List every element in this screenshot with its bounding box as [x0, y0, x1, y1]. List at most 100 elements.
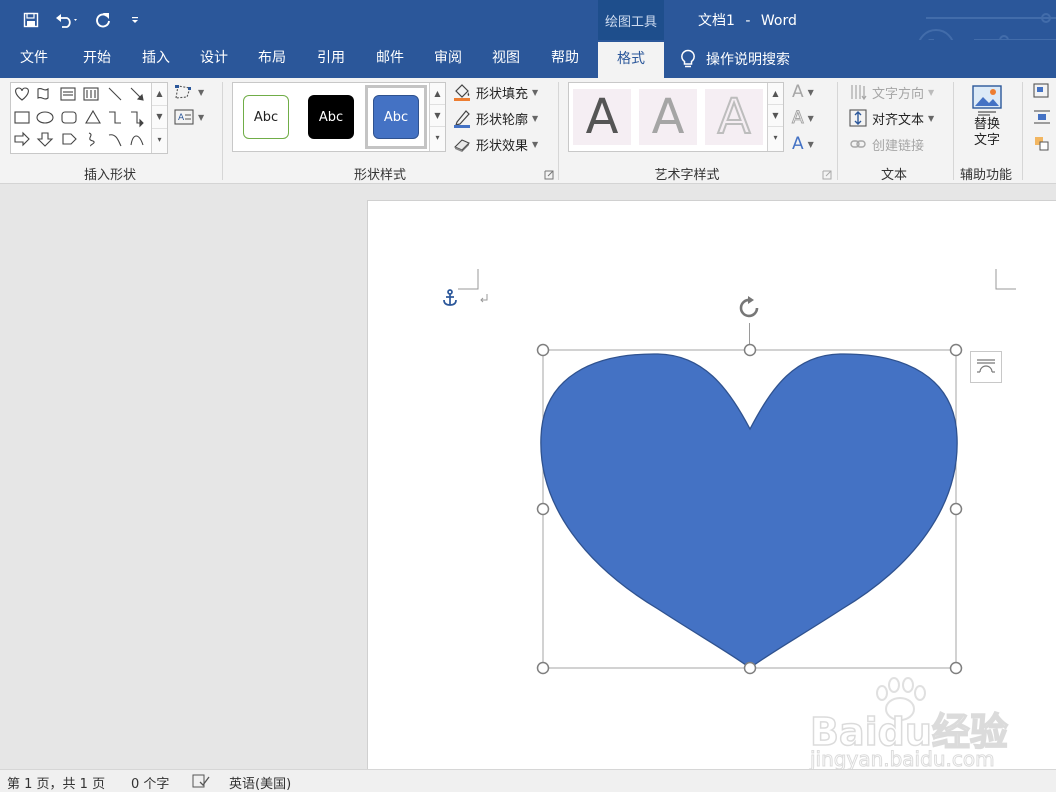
resize-handle-bottom-right[interactable] [949, 661, 963, 675]
shape-style-gallery[interactable]: Abc Abc Abc ▲ ▼ ▾ [232, 82, 446, 152]
wordart-style-gallery[interactable]: A A A ▲ ▼ ▾ [568, 82, 784, 152]
chevron-down-icon: ▼ [807, 87, 814, 97]
ribbon-tabs: 文件 开始 插入 设计 布局 引用 邮件 审阅 视图 帮助 格式 操作说明搜索 [0, 40, 1056, 78]
tab-mailings[interactable]: 邮件 [376, 40, 404, 78]
create-link-label: 创建链接 [872, 138, 925, 154]
status-page-count[interactable]: 第 1 页，共 1 页 [7, 773, 105, 792]
layout-options-button[interactable] [970, 351, 1002, 383]
style-preset-dark[interactable]: Abc [308, 95, 354, 139]
text-box-button[interactable]: A ▼ [173, 108, 204, 126]
tab-help[interactable]: 帮助 [551, 40, 579, 78]
document-page[interactable]: Baidu经验 jingyan.baidu.com [367, 200, 1056, 780]
shape-effects-button[interactable]: 形状效果 ▼ [452, 134, 538, 154]
create-link-button[interactable]: 创建链接 [848, 134, 924, 154]
wordart-preset-2[interactable]: A [639, 89, 697, 145]
position-icon[interactable] [1032, 82, 1052, 100]
tab-review[interactable]: 审阅 [434, 40, 462, 78]
undo-icon [56, 14, 77, 28]
status-bar: 第 1 页，共 1 页 0 个字 英语(美国) [0, 769, 1056, 792]
heart-shape-selection[interactable] [528, 337, 968, 677]
edit-shape-button[interactable]: ▼ [173, 82, 204, 102]
ribbon: ▲ ▼ ▾ ▼ A ▼ 插入形状 Abc Abc Abc ▲ ▼ ▾ 形状填充 … [0, 78, 1056, 184]
undo-button[interactable] [52, 9, 82, 31]
dialog-launcher-icon[interactable] [822, 170, 832, 180]
app-name: Word [760, 13, 797, 29]
bring-forward-icon[interactable] [1032, 134, 1052, 152]
anchor-icon[interactable] [442, 289, 458, 307]
group-label-insert-shapes: 插入形状 [83, 168, 136, 183]
tab-references[interactable]: 引用 [317, 40, 345, 78]
group-label-shape-styles: 形状样式 [353, 168, 406, 183]
scroll-up-icon[interactable]: ▲ [430, 83, 445, 105]
scroll-up-icon[interactable]: ▲ [152, 83, 167, 106]
tab-format[interactable]: 格式 [598, 42, 664, 78]
text-fill-button[interactable]: A ▼ [792, 82, 814, 102]
chevron-down-icon: ▼ [928, 87, 935, 97]
tab-file[interactable]: 文件 [20, 40, 48, 78]
more-shapes-icon[interactable]: ▾ [152, 129, 167, 152]
customize-qat-button[interactable] [124, 9, 146, 31]
customize-icon [132, 17, 138, 23]
text-effects-icon: A [792, 134, 804, 154]
tab-layout[interactable]: 布局 [258, 40, 286, 78]
align-text-label: 对齐文本 [872, 112, 925, 128]
title-bar: 绘图工具 文档1 - Word [0, 0, 1056, 67]
shapes-gallery-scroll[interactable]: ▲ ▼ ▾ [151, 83, 167, 153]
style-preset-blue[interactable]: Abc [373, 95, 419, 139]
status-language[interactable]: 英语(美国) [229, 773, 291, 792]
paragraph-mark-icon [480, 294, 488, 303]
page-corner-mark-right [995, 269, 1016, 290]
shape-fill-label: 形状填充 [476, 86, 529, 102]
dialog-launcher-icon[interactable] [544, 170, 554, 180]
layout-options-icon [977, 359, 995, 373]
chevron-down-icon: ▼ [198, 87, 205, 97]
scroll-down-icon[interactable]: ▼ [430, 105, 445, 127]
group-separator [558, 82, 559, 180]
save-button[interactable] [20, 9, 42, 31]
shape-fill-button[interactable]: 形状填充 ▼ [452, 82, 538, 102]
resize-handle-left[interactable] [536, 502, 550, 516]
redo-icon [96, 13, 110, 28]
heart-shape[interactable] [540, 353, 958, 669]
chevron-down-icon: ▼ [928, 113, 935, 123]
shape-style-scroll[interactable]: ▲ ▼ ▾ [429, 83, 445, 151]
chevron-down-icon: ▼ [532, 87, 539, 97]
text-outline-icon: A [792, 108, 805, 129]
align-text-button[interactable]: 对齐文本 ▼ [848, 108, 934, 128]
text-direction-button[interactable]: 文字方向 ▼ [848, 82, 934, 102]
tab-view[interactable]: 视图 [492, 40, 520, 78]
style-preset-outline[interactable]: Abc [243, 95, 289, 139]
rotate-handle-icon[interactable] [733, 295, 767, 325]
tab-insert[interactable]: 插入 [142, 40, 170, 78]
text-outline-button[interactable]: A ▼ [792, 108, 814, 129]
shapes-gallery[interactable]: ▲ ▼ ▾ [10, 82, 168, 154]
proofing-icon[interactable] [192, 774, 210, 788]
edit-shape-icon [175, 85, 191, 99]
alt-text-button[interactable]: 替换 文字 [963, 82, 1011, 158]
tab-home[interactable]: 开始 [83, 40, 111, 78]
resize-handle-right[interactable] [949, 502, 963, 516]
status-word-count[interactable]: 0 个字 [131, 773, 169, 792]
wordart-preset-1[interactable]: A [573, 89, 631, 145]
scroll-up-icon[interactable]: ▲ [768, 83, 783, 105]
tab-design[interactable]: 设计 [200, 40, 228, 78]
resize-handle-top[interactable] [743, 343, 757, 357]
more-styles-icon[interactable]: ▾ [430, 127, 445, 149]
shape-outline-button[interactable]: 形状轮廓 ▼ [452, 108, 538, 128]
wrap-text-icon[interactable] [1032, 108, 1052, 126]
scroll-down-icon[interactable]: ▼ [768, 105, 783, 127]
more-wordart-icon[interactable]: ▾ [768, 127, 783, 149]
tell-me-search[interactable]: 操作说明搜索 [680, 40, 790, 78]
resize-handle-top-left[interactable] [536, 343, 550, 357]
wordart-preset-3[interactable]: A [705, 88, 763, 146]
scroll-down-icon[interactable]: ▼ [152, 106, 167, 129]
title-separator: - [745, 13, 751, 29]
redo-button[interactable] [92, 9, 114, 31]
resize-handle-bottom-left[interactable] [536, 661, 550, 675]
wordart-style-scroll[interactable]: ▲ ▼ ▾ [767, 83, 783, 151]
resize-handle-top-right[interactable] [949, 343, 963, 357]
text-effects-button[interactable]: A ▼ [792, 134, 814, 154]
resize-handle-bottom[interactable] [743, 661, 757, 675]
group-separator [837, 82, 838, 180]
shape-outline-label: 形状轮廓 [476, 112, 529, 128]
